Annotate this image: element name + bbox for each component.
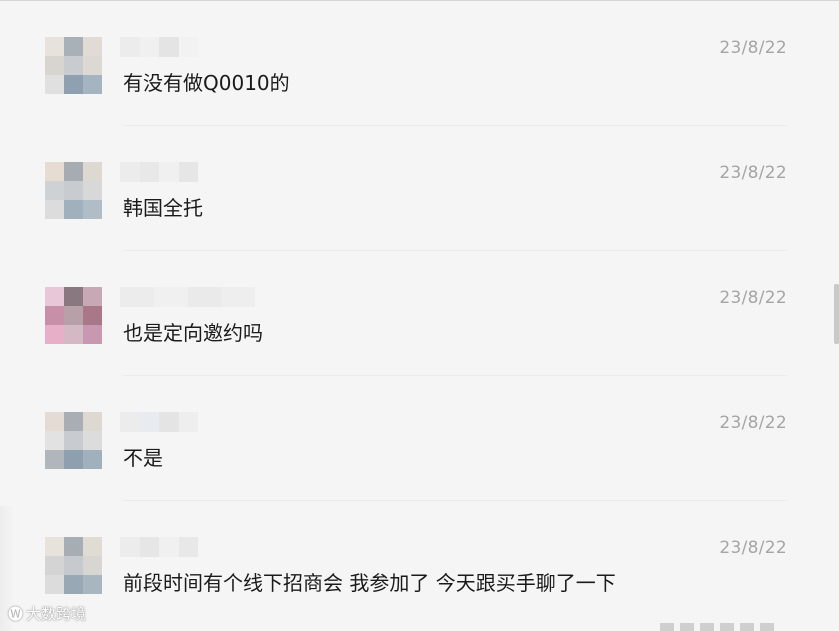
avatar-mosaic-cell: [45, 556, 64, 575]
avatar[interactable]: [45, 37, 102, 94]
watermark-text: 大数跨境: [26, 605, 87, 623]
name-mosaic-cell: [159, 162, 179, 182]
avatar-mosaic-cell: [45, 575, 64, 594]
avatar-mosaic-cell: [64, 537, 83, 556]
avatar-mosaic-cell: [64, 306, 83, 325]
avatar-mosaic-cell: [64, 575, 83, 594]
avatar-mosaic-cell: [64, 287, 83, 306]
name-mosaic-cell: [187, 287, 222, 307]
avatar-mosaic-cell: [45, 37, 64, 56]
avatar-mosaic-cell: [64, 325, 83, 344]
avatar-mosaic-cell: [45, 162, 64, 181]
name-mosaic-cell: [178, 412, 198, 432]
scrollbar-thumb[interactable]: [834, 284, 839, 344]
avatar-mosaic-cell: [83, 431, 102, 450]
avatar-mosaic-cell: [64, 37, 83, 56]
avatar-mosaic-cell: [45, 431, 64, 450]
avatar-mosaic-cell: [64, 556, 83, 575]
avatar[interactable]: [45, 287, 102, 344]
name-mosaic-cell: [120, 537, 140, 557]
avatar-mosaic-cell: [45, 537, 64, 556]
avatar-mosaic-cell: [83, 325, 102, 344]
message-text: 前段时间有个线下招商会 我参加了 今天跟买手聊了一下: [123, 571, 616, 595]
avatar-mosaic-cell: [45, 325, 64, 344]
avatar-mosaic-cell: [45, 412, 64, 431]
message-date: 23/8/22: [719, 413, 787, 433]
avatar-mosaic-cell: [83, 37, 102, 56]
message-item[interactable]: 23/8/22 也是定向邀约吗: [0, 251, 839, 376]
avatar-mosaic-cell: [45, 306, 64, 325]
name-mosaic-cell: [159, 412, 179, 432]
avatar-mosaic-cell: [83, 181, 102, 200]
avatar-mosaic-cell: [45, 200, 64, 219]
avatar-mosaic-cell: [64, 431, 83, 450]
message-text: 也是定向邀约吗: [123, 321, 263, 345]
avatar-mosaic-cell: [83, 75, 102, 94]
message-item[interactable]: 23/8/22 不是: [0, 376, 839, 501]
sender-name-blurred: [120, 162, 198, 182]
avatar-mosaic-cell: [64, 450, 83, 469]
name-mosaic-cell: [159, 537, 179, 557]
sender-name-blurred: [120, 37, 198, 57]
watermark-logo-icon: 🅦: [8, 605, 24, 623]
name-mosaic-cell: [178, 537, 198, 557]
avatar-mosaic-cell: [64, 75, 83, 94]
message-item[interactable]: 23/8/22 有没有做Q0010的: [0, 1, 839, 126]
avatar-mosaic-cell: [45, 450, 64, 469]
avatar-mosaic-cell: [83, 556, 102, 575]
avatar-mosaic-cell: [83, 537, 102, 556]
name-mosaic-cell: [153, 287, 188, 307]
cropped-bottom-content: [660, 623, 830, 631]
avatar[interactable]: [45, 162, 102, 219]
avatar-mosaic-cell: [45, 287, 64, 306]
avatar-mosaic-cell: [45, 75, 64, 94]
avatar[interactable]: [45, 537, 102, 594]
avatar-mosaic-cell: [83, 287, 102, 306]
avatar-mosaic-cell: [83, 412, 102, 431]
name-mosaic-cell: [120, 287, 154, 307]
name-mosaic-cell: [139, 412, 159, 432]
name-mosaic-cell: [120, 412, 140, 432]
avatar-mosaic-cell: [64, 162, 83, 181]
avatar[interactable]: [45, 412, 102, 469]
chat-history-panel: 23/8/22 有没有做Q0010的 23/8/22 韩国全托 23/8/22 …: [0, 0, 839, 631]
name-mosaic-cell: [120, 162, 140, 182]
sender-name-blurred: [120, 537, 198, 557]
avatar-mosaic-cell: [83, 200, 102, 219]
message-text: 有没有做Q0010的: [123, 71, 290, 95]
sender-name-blurred: [120, 412, 198, 432]
watermark: 🅦 大数跨境: [8, 603, 86, 624]
avatar-mosaic-cell: [83, 306, 102, 325]
name-mosaic-cell: [178, 162, 198, 182]
name-mosaic-cell: [139, 37, 159, 57]
avatar-mosaic-cell: [64, 200, 83, 219]
sender-name-blurred: [120, 287, 255, 307]
message-date: 23/8/22: [719, 538, 787, 558]
name-mosaic-cell: [221, 287, 255, 307]
name-mosaic-cell: [178, 37, 198, 57]
name-mosaic-cell: [120, 37, 140, 57]
avatar-mosaic-cell: [64, 56, 83, 75]
name-mosaic-cell: [139, 162, 159, 182]
avatar-mosaic-cell: [64, 412, 83, 431]
avatar-mosaic-cell: [45, 181, 64, 200]
name-mosaic-cell: [139, 537, 159, 557]
message-date: 23/8/22: [719, 38, 787, 58]
message-text: 不是: [123, 446, 163, 470]
avatar-mosaic-cell: [64, 181, 83, 200]
name-mosaic-cell: [159, 37, 179, 57]
message-item[interactable]: 23/8/22 前段时间有个线下招商会 我参加了 今天跟买手聊了一下: [0, 501, 839, 626]
message-text: 韩国全托: [123, 196, 203, 220]
message-date: 23/8/22: [719, 288, 787, 308]
avatar-mosaic-cell: [83, 56, 102, 75]
avatar-mosaic-cell: [83, 162, 102, 181]
message-date: 23/8/22: [719, 163, 787, 183]
avatar-mosaic-cell: [83, 575, 102, 594]
message-item[interactable]: 23/8/22 韩国全托: [0, 126, 839, 251]
avatar-mosaic-cell: [45, 56, 64, 75]
avatar-mosaic-cell: [83, 450, 102, 469]
